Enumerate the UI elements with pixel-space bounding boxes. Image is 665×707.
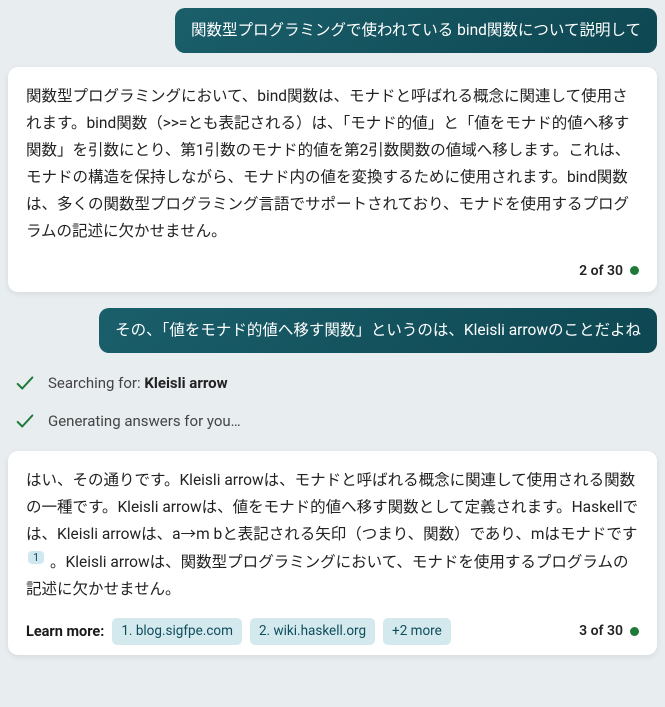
turn-counter: 2 of 30 [579, 260, 639, 282]
searching-status: Searching for: Kleisli arrow [12, 367, 657, 399]
generating-status: Generating answers for you… [12, 405, 657, 437]
source-chip[interactable]: 1. blog.sigfpe.com [112, 618, 242, 646]
user-message: その、「値をモナド的値へ移す関数」というのは、Kleisli arrowのことだ… [8, 308, 657, 353]
user-bubble: その、「値をモナド的値へ移す関数」というのは、Kleisli arrowのことだ… [99, 308, 657, 353]
counter-text: 2 of 30 [579, 260, 623, 282]
counter-text: 3 of 30 [579, 620, 623, 642]
assistant-text-pre: はい、その通りです。Kleisli arrowは、モナドと呼ばれる概念に関連して… [26, 471, 638, 543]
learn-more-row: Learn more: 1. blog.sigfpe.com 2. wiki.h… [26, 618, 451, 646]
status-block: Searching for: Kleisli arrow Generating … [12, 367, 657, 437]
source-chip[interactable]: 2. wiki.haskell.org [250, 618, 375, 646]
search-prefix: Searching for: [48, 374, 144, 392]
generating-text: Generating answers for you… [48, 409, 241, 433]
user-message: 関数型プログラミングで使われている bind関数について説明して [8, 8, 657, 53]
check-icon [14, 372, 36, 394]
user-text: その、「値をモナド的値へ移す関数」というのは、Kleisli arrowのことだ… [115, 321, 641, 339]
assistant-footer: Learn more: 1. blog.sigfpe.com 2. wiki.h… [26, 618, 639, 646]
assistant-text: 関数型プログラミングにおいて、bind関数は、モナドと呼ばれる概念に関連して使用… [26, 83, 639, 246]
searching-text: Searching for: Kleisli arrow [48, 371, 228, 395]
assistant-message: はい、その通りです。Kleisli arrowは、モナドと呼ばれる概念に関連して… [8, 451, 657, 655]
source-chip-more[interactable]: +2 more [383, 618, 451, 646]
user-text: 関数型プログラミングで使われている bind関数について説明して [191, 21, 641, 39]
learn-more-label: Learn more: [26, 620, 104, 643]
search-term: Kleisli arrow [144, 374, 227, 392]
status-dot-icon [630, 266, 639, 275]
turn-counter: 3 of 30 [579, 620, 639, 642]
user-bubble: 関数型プログラミングで使われている bind関数について説明して [175, 8, 657, 53]
assistant-footer: 2 of 30 [26, 260, 639, 282]
status-dot-icon [630, 627, 639, 636]
assistant-text: はい、その通りです。Kleisli arrowは、モナドと呼ばれる概念に関連して… [26, 467, 639, 604]
citation-badge[interactable]: 1 [28, 551, 44, 564]
assistant-message: 関数型プログラミングにおいて、bind関数は、モナドと呼ばれる概念に関連して使用… [8, 67, 657, 292]
check-icon [14, 410, 36, 432]
assistant-text-post: 。Kleisli arrowは、関数型プログラミングにおいて、モナドを使用するプ… [26, 553, 628, 598]
